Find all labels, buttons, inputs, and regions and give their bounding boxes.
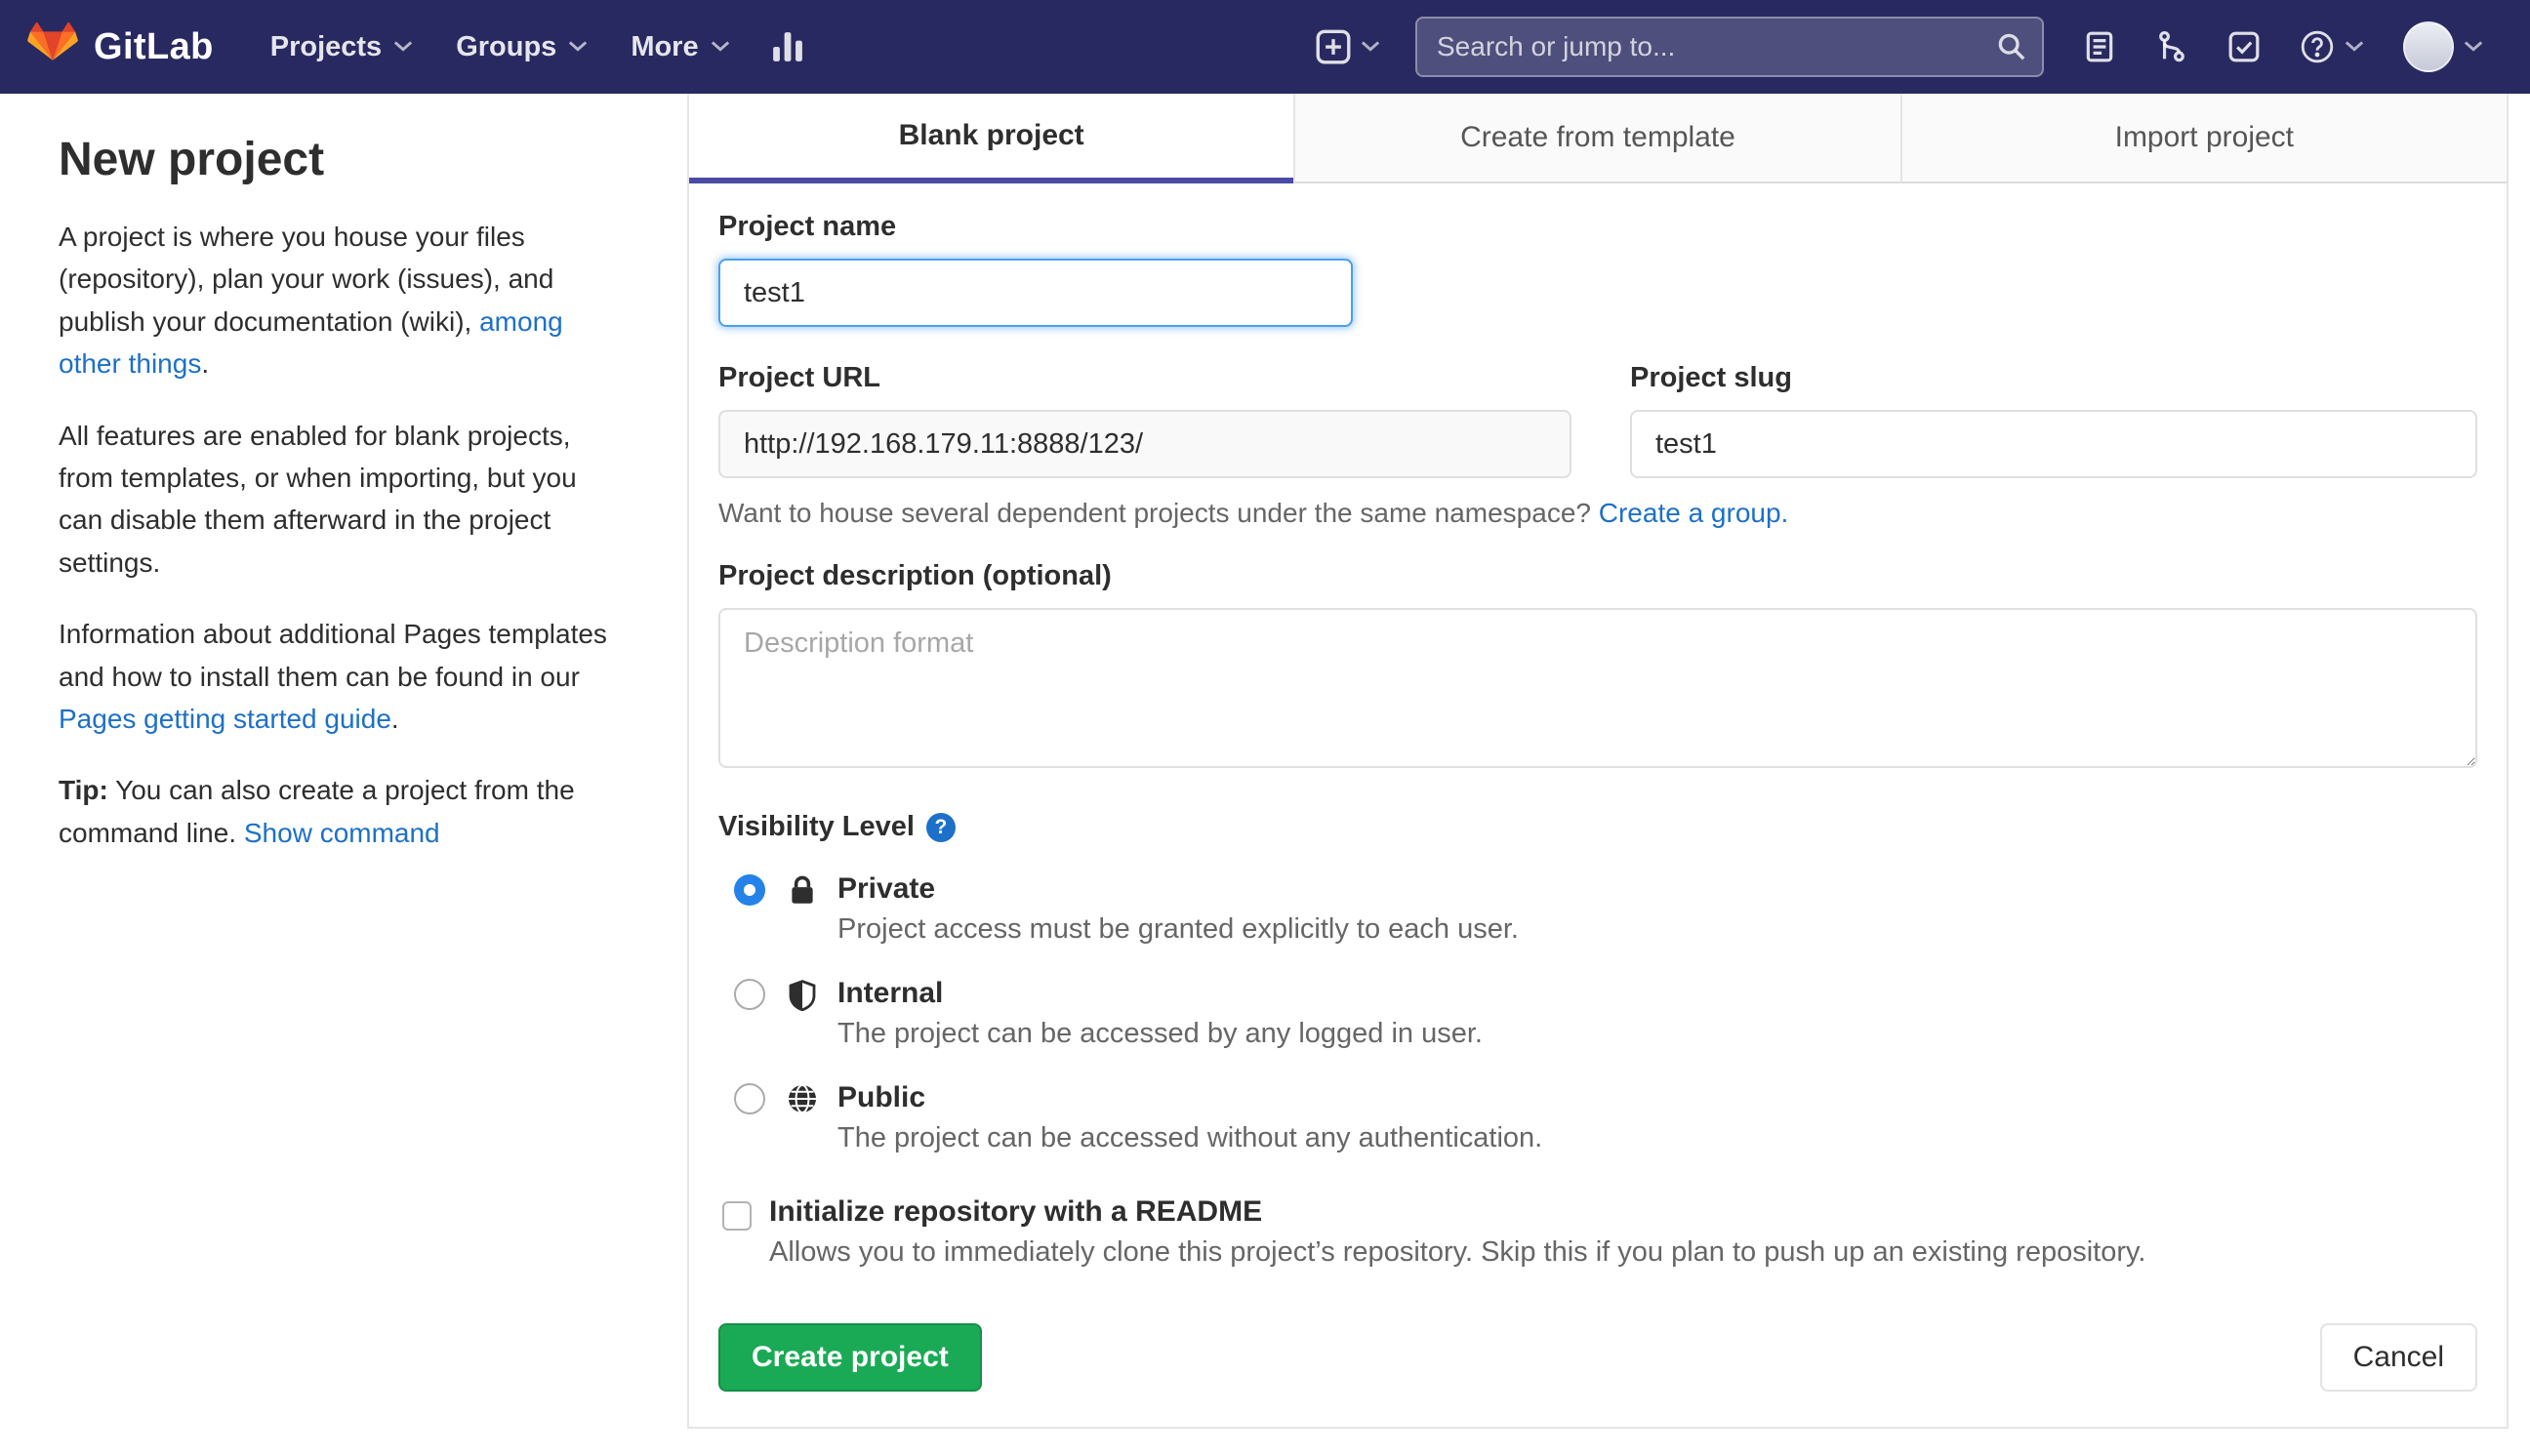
analytics-button[interactable] [752, 0, 824, 94]
private-option-label[interactable]: Private [837, 870, 1519, 908]
private-radio[interactable] [734, 874, 765, 906]
readme-text: Initialize repository with a README Allo… [769, 1195, 2145, 1269]
chevron-down-icon [1361, 41, 1380, 52]
tab-blank-project[interactable]: Blank project [689, 94, 1294, 183]
project-description-textarea[interactable] [718, 608, 2477, 768]
intro-paragraph: A project is where you house your files … [59, 216, 609, 385]
page: GitLab Projects Groups More Search or ju… [0, 0, 2530, 1456]
public-option-label[interactable]: Public [837, 1079, 1542, 1116]
new-project-form: Project name Project URL Project slug Wa… [689, 183, 2507, 1427]
bar-chart-icon [772, 32, 802, 61]
brand-name: GitLab [94, 25, 214, 67]
private-option-desc: Project access must be granted explicitl… [837, 913, 1519, 945]
navbar-right [1296, 0, 2503, 94]
plus-square-icon [1316, 29, 1351, 64]
todos-button[interactable] [2208, 0, 2280, 94]
nav-more-label: More [631, 30, 699, 62]
help-question-icon [2301, 30, 2334, 63]
tab-import-project[interactable]: Import project [1899, 94, 2507, 183]
tip-paragraph: Tip: You can also create a project from … [59, 769, 609, 854]
issues-list-icon [2086, 31, 2113, 62]
globe-icon [785, 1083, 820, 1114]
project-slug-input[interactable] [1630, 410, 2477, 478]
project-name-label: Project name [718, 211, 897, 242]
check-square-icon [2228, 31, 2260, 62]
public-radio[interactable] [734, 1083, 765, 1114]
nav-projects-label: Projects [269, 30, 383, 62]
readme-desc: Allows you to immediately clone this pro… [769, 1236, 2146, 1268]
public-option-text: Public The project can be accessed witho… [837, 1079, 1542, 1154]
readme-checkbox[interactable] [722, 1201, 752, 1231]
page-title: New project [59, 134, 325, 185]
visibility-level-label: Visibility Level [718, 811, 915, 842]
shield-icon [785, 979, 820, 1012]
user-avatar [2403, 21, 2454, 72]
features-paragraph: All features are enabled for blank proje… [59, 420, 577, 578]
merge-requests-button[interactable] [2136, 0, 2208, 94]
project-url-input[interactable] [718, 410, 1571, 478]
nav-projects[interactable]: Projects [249, 0, 434, 94]
user-menu-button[interactable] [2384, 0, 2503, 94]
project-description-label: Project description (optional) [718, 560, 1112, 591]
namespace-hint: Want to house several dependent projects… [718, 498, 2477, 529]
global-search [1415, 17, 2044, 77]
help-menu-button[interactable] [2280, 0, 2384, 94]
chevron-down-icon [711, 41, 729, 52]
intro-suffix: . [201, 348, 210, 380]
internal-radio[interactable] [734, 979, 765, 1010]
visibility-level-row: Visibility Level ? [718, 811, 2477, 843]
chevron-down-icon [569, 41, 588, 52]
project-url-label: Project URL [718, 362, 880, 393]
page-content: New project A project is where you house… [0, 94, 2530, 1429]
private-option-text: Private Project access must be granted e… [837, 870, 1519, 946]
navbar-left: GitLab Projects Groups More [27, 0, 824, 94]
internal-option-text: Internal The project can be accessed by … [837, 975, 1483, 1050]
pages-guide-link[interactable]: Pages getting started guide [59, 704, 391, 734]
project-slug-field: Project slug [1630, 362, 2477, 478]
top-navbar: GitLab Projects Groups More [0, 0, 2530, 94]
lock-icon [785, 874, 820, 908]
public-option-desc: The project can be accessed without any … [837, 1122, 1543, 1153]
tab-create-from-template[interactable]: Create from template [1293, 94, 1900, 183]
search-input[interactable] [1415, 17, 2044, 77]
new-menu-button[interactable] [1296, 0, 1400, 94]
nav-more[interactable]: More [609, 0, 751, 94]
gitlab-home-link[interactable]: GitLab [27, 22, 214, 71]
visibility-option-internal: Internal The project can be accessed by … [734, 975, 2477, 1050]
chevron-down-icon [394, 41, 413, 52]
internal-option-label[interactable]: Internal [837, 975, 1483, 1012]
issues-button[interactable] [2063, 0, 2136, 94]
chevron-down-icon [2345, 41, 2364, 52]
url-slug-row: Project URL Project slug [718, 362, 2477, 478]
search-icon [1998, 33, 2025, 61]
nav-groups[interactable]: Groups [434, 0, 609, 94]
readme-label[interactable]: Initialize repository with a README [769, 1195, 2145, 1229]
tip-label: Tip: [59, 775, 108, 806]
new-project-panel: Blank project Create from template Impor… [687, 94, 2509, 1429]
namespace-hint-text: Want to house several dependent projects… [718, 498, 1599, 528]
project-slug-label: Project slug [1630, 362, 1792, 393]
show-command-link[interactable]: Show command [244, 818, 440, 848]
git-merge-icon [2159, 30, 2184, 62]
visibility-option-public: Public The project can be accessed witho… [734, 1079, 2477, 1154]
pages-suffix: . [390, 703, 399, 734]
chevron-down-icon [2464, 41, 2483, 52]
gitlab-tanuki-icon [27, 22, 78, 61]
internal-option-desc: The project can be accessed by any logge… [837, 1018, 1483, 1049]
create-project-button[interactable]: Create project [718, 1323, 982, 1392]
project-url-field: Project URL [718, 362, 1571, 478]
visibility-help-icon[interactable]: ? [925, 812, 956, 842]
new-project-sidebar: New project A project is where you house… [0, 94, 687, 883]
project-type-tabs: Blank project Create from template Impor… [689, 94, 2507, 183]
create-a-group-link[interactable]: Create a group. [1599, 498, 1789, 528]
visibility-option-private: Private Project access must be granted e… [734, 870, 2477, 946]
readme-option: Initialize repository with a README Allo… [722, 1195, 2477, 1269]
pages-paragraph: Information about additional Pages templ… [59, 613, 609, 740]
nav-groups-label: Groups [456, 30, 557, 62]
pages-text: Information about additional Pages templ… [59, 619, 607, 692]
form-actions: Create project Cancel [718, 1323, 2477, 1392]
cancel-button[interactable]: Cancel [2319, 1323, 2477, 1392]
project-name-input[interactable] [718, 259, 1353, 327]
